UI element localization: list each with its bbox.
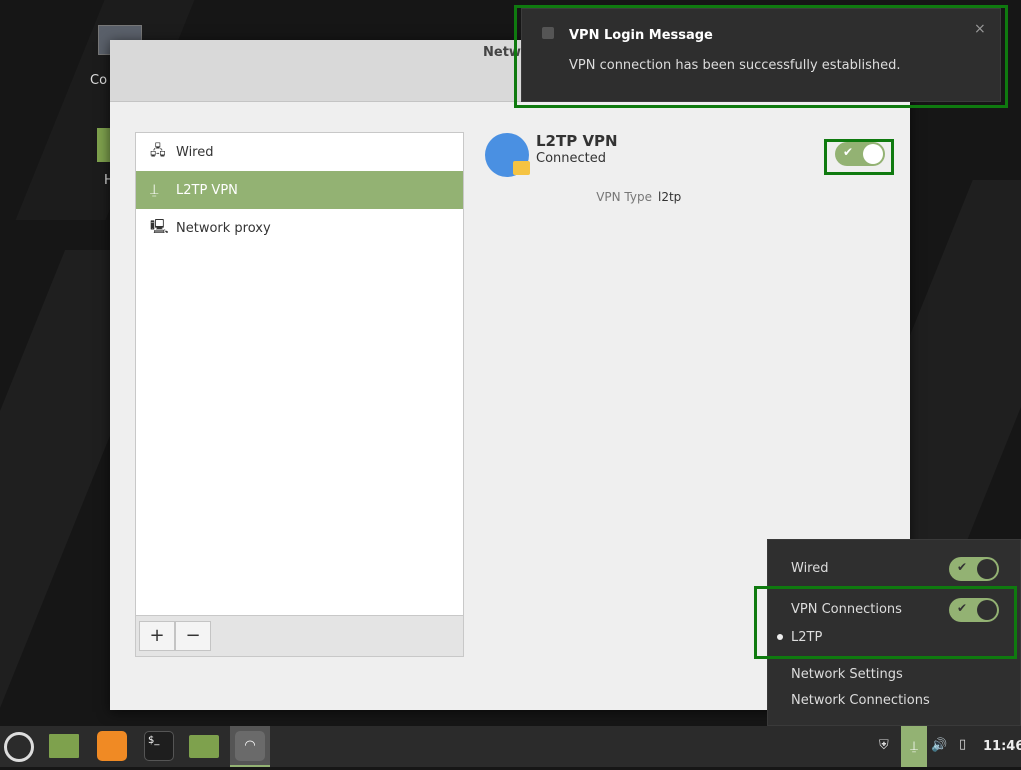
- file-manager-icon[interactable]: [49, 734, 79, 758]
- sidebar-item-l2tp-vpn[interactable]: ⍊ L2TP VPN: [136, 171, 463, 209]
- volume-icon[interactable]: 🔊: [931, 738, 947, 753]
- network-settings-task-button[interactable]: ◠: [230, 726, 270, 767]
- menu-item-network-connections[interactable]: Network Connections: [791, 693, 930, 708]
- shield-icon[interactable]: ⛨: [879, 738, 889, 753]
- connection-list: 🖧 Wired ⍊ L2TP VPN 🖳 Network proxy + −: [135, 132, 464, 657]
- folder-icon: [97, 128, 111, 162]
- wired-toggle-switch[interactable]: ✔: [949, 557, 999, 581]
- folder-icon[interactable]: [189, 735, 219, 758]
- vpn-globe-icon: [485, 133, 530, 177]
- vpn-lock-icon: ⍊: [150, 182, 159, 198]
- vpn-type-value: l2tp: [658, 190, 682, 204]
- clock[interactable]: 11:46: [983, 739, 1021, 754]
- highlight-box: [754, 586, 1017, 659]
- connection-status: Connected: [536, 151, 607, 166]
- sidebar-item-wired[interactable]: 🖧 Wired: [136, 133, 463, 171]
- connection-name: L2TP VPN: [536, 132, 618, 150]
- network-proxy-icon: 🖳: [150, 219, 169, 235]
- add-connection-button[interactable]: +: [139, 621, 175, 651]
- lock-icon: [513, 161, 530, 175]
- sidebar-item-network-proxy[interactable]: 🖳 Network proxy: [136, 209, 463, 247]
- highlight-box: [824, 139, 894, 175]
- menu-item-network-settings[interactable]: Network Settings: [791, 667, 903, 682]
- terminal-icon[interactable]: $_: [144, 731, 174, 761]
- highlight-box: [514, 5, 1008, 108]
- wired-network-icon: 🖧: [150, 143, 166, 159]
- remove-connection-button[interactable]: −: [175, 621, 211, 651]
- sidebar-item-label: Network proxy: [176, 220, 271, 236]
- wifi-icon: ◠: [235, 731, 265, 761]
- sidebar-item-label: Wired: [176, 144, 214, 160]
- list-toolbar: + −: [136, 615, 463, 656]
- battery-icon[interactable]: ▯: [959, 737, 966, 752]
- sidebar-item-label: L2TP VPN: [176, 182, 238, 198]
- menu-wired-label: Wired: [791, 561, 829, 576]
- firefox-icon[interactable]: [97, 731, 127, 761]
- switch-knob: [977, 559, 997, 579]
- check-icon: ✔: [957, 560, 968, 574]
- mint-menu-icon[interactable]: [4, 732, 34, 762]
- taskbar: $_ ◠ ⛨ ⍊ 🔊 ▯ 11:46: [0, 726, 1021, 767]
- network-vpn-tray-icon[interactable]: ⍊: [901, 726, 927, 767]
- vpn-type-label: VPN Type: [596, 190, 652, 204]
